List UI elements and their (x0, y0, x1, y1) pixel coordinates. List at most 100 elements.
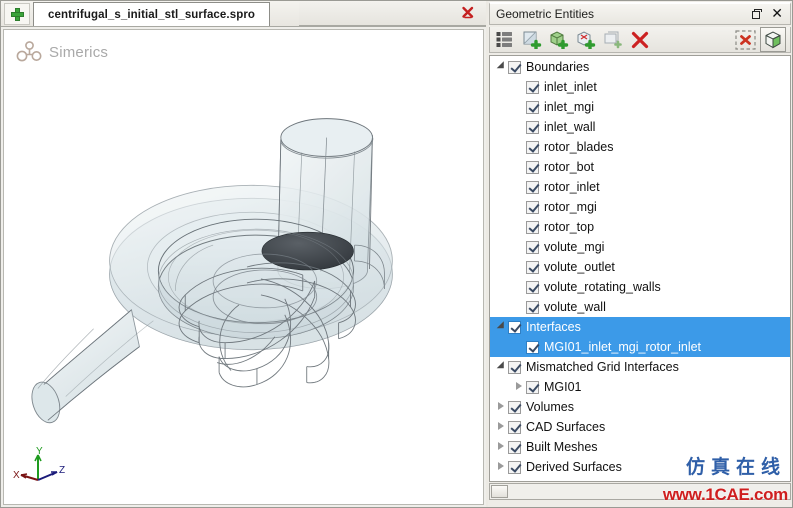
panel-title-label: Geometric Entities (496, 7, 595, 21)
close-panel-icon[interactable]: ✕ (771, 7, 783, 21)
tree-arrow-spacer (513, 197, 526, 217)
tree-row[interactable]: Mismatched Grid Interfaces (490, 357, 790, 377)
tree-row-label: CAD Surfaces (526, 420, 606, 434)
expand-arrow-icon[interactable] (513, 377, 526, 397)
visibility-checkbox[interactable] (526, 200, 539, 214)
tree-row[interactable]: inlet_mgi (490, 97, 790, 117)
tree-row[interactable]: CAD Surfaces (490, 417, 790, 437)
simerics-brand: Simerics (16, 40, 108, 64)
tree-row-label: inlet_wall (544, 120, 596, 134)
tree-row-label: rotor_blades (544, 140, 614, 154)
tree-row-label: volute_outlet (544, 260, 615, 274)
tree-row[interactable]: rotor_inlet (490, 177, 790, 197)
tree-arrow-spacer (513, 77, 526, 97)
tree-row-label: Built Meshes (526, 440, 598, 454)
entity-tree[interactable]: Boundaries inlet_inlet inlet_mgi inlet_wall… (489, 55, 791, 482)
visibility-checkbox[interactable] (526, 100, 539, 114)
tree-row-label: inlet_inlet (544, 80, 597, 94)
plus-icon (10, 7, 24, 21)
visibility-checkbox[interactable] (526, 80, 539, 94)
tree-row-label: Mismatched Grid Interfaces (526, 360, 679, 374)
document-tab[interactable]: centrifugal_s_initial_stl_surface.spro (33, 2, 271, 26)
tree-row[interactable]: volute_outlet (490, 257, 790, 277)
watermark-cn: 仿真在线 (685, 456, 786, 478)
expand-arrow-icon[interactable] (495, 437, 508, 457)
visibility-checkbox[interactable] (508, 420, 521, 434)
visibility-checkbox[interactable] (526, 180, 539, 194)
visibility-checkbox[interactable] (526, 280, 539, 294)
tree-arrow-spacer (513, 237, 526, 257)
visibility-checkbox[interactable] (526, 120, 539, 134)
pump-geometry-model (31, 118, 393, 424)
collapse-arrow-icon[interactable] (495, 357, 508, 377)
add-volume-icon[interactable] (547, 29, 571, 51)
expand-arrow-icon[interactable] (495, 397, 508, 417)
tree-scrollbar-thumb[interactable] (491, 485, 508, 498)
visibility-checkbox[interactable] (508, 400, 521, 414)
visibility-checkbox[interactable] (526, 260, 539, 274)
tree-row[interactable]: volute_rotating_walls (490, 277, 790, 297)
tree-row-label: inlet_mgi (544, 100, 595, 114)
visibility-checkbox[interactable] (526, 300, 539, 314)
visibility-checkbox[interactable] (526, 340, 539, 354)
tree-arrow-spacer (513, 277, 526, 297)
3d-viewport[interactable]: ov (3, 29, 484, 505)
list-view-icon[interactable] (493, 29, 517, 51)
tree-row-label: Interfaces (526, 320, 581, 334)
tree-row[interactable]: rotor_mgi (490, 197, 790, 217)
add-surface-icon[interactable] (520, 29, 544, 51)
axis-label-y: Y (36, 446, 43, 457)
tree-arrow-spacer (513, 97, 526, 117)
tree-row-label: rotor_mgi (544, 200, 597, 214)
axis-label-z: Z (59, 465, 65, 476)
tree-row[interactable]: Volumes (490, 397, 790, 417)
tree-arrow-spacer (513, 117, 526, 137)
tree-row[interactable]: MGI01 (490, 377, 790, 397)
visibility-checkbox[interactable] (526, 240, 539, 254)
tree-row[interactable]: rotor_bot (490, 157, 790, 177)
tree-row[interactable]: inlet_inlet (490, 77, 790, 97)
new-tab-button[interactable] (4, 3, 30, 25)
delete-entity-icon[interactable] (628, 29, 652, 51)
tree-row[interactable]: rotor_blades (490, 137, 790, 157)
collapse-arrow-icon[interactable] (495, 57, 508, 77)
tree-row[interactable]: MGI01_inlet_mgi_rotor_inlet (490, 337, 790, 357)
tree-row-label: rotor_inlet (544, 180, 600, 194)
tree-arrow-spacer (513, 297, 526, 317)
close-tab-button[interactable] (460, 6, 475, 21)
visibility-checkbox[interactable] (526, 220, 539, 234)
collapse-arrow-icon[interactable] (495, 317, 508, 337)
tab-bar-empty-area (299, 2, 486, 26)
visibility-checkbox[interactable] (526, 380, 539, 394)
add-interface-icon[interactable] (574, 29, 598, 51)
panel-title-bar: Geometric Entities ✕ (489, 2, 791, 25)
show-shaded-icon[interactable] (760, 27, 786, 52)
visibility-checkbox[interactable] (508, 360, 521, 374)
tree-row[interactable]: inlet_wall (490, 117, 790, 137)
entity-tree-list: Boundaries inlet_inlet inlet_mgi inlet_wall… (490, 56, 790, 477)
visibility-checkbox[interactable] (508, 60, 521, 74)
tree-row-label: Volumes (526, 400, 574, 414)
application-window: centrifugal_s_initial_stl_surface.spro o… (0, 0, 793, 508)
tree-row-label: Boundaries (526, 60, 590, 74)
expand-arrow-icon[interactable] (495, 417, 508, 437)
float-panel-icon[interactable] (752, 9, 763, 19)
tree-arrow-spacer (513, 257, 526, 277)
visibility-checkbox[interactable] (508, 440, 521, 454)
visibility-checkbox[interactable] (526, 140, 539, 154)
tree-row[interactable]: volute_mgi (490, 237, 790, 257)
tree-row[interactable]: volute_wall (490, 297, 790, 317)
tree-row[interactable]: Interfaces (490, 317, 790, 337)
expand-arrow-icon[interactable] (495, 457, 508, 477)
add-derived-icon[interactable] (601, 29, 625, 51)
hide-all-icon[interactable] (733, 29, 757, 51)
visibility-checkbox[interactable] (508, 320, 521, 334)
document-tab-label: centrifugal_s_initial_stl_surface.spro (48, 8, 256, 21)
tree-row[interactable]: rotor_top (490, 217, 790, 237)
tree-row-label: rotor_top (544, 220, 595, 234)
close-icon (461, 6, 473, 19)
visibility-checkbox[interactable] (526, 160, 539, 174)
tree-row[interactable]: Boundaries (490, 57, 790, 77)
visibility-checkbox[interactable] (508, 460, 521, 474)
tab-bar: centrifugal_s_initial_stl_surface.spro (1, 1, 486, 27)
